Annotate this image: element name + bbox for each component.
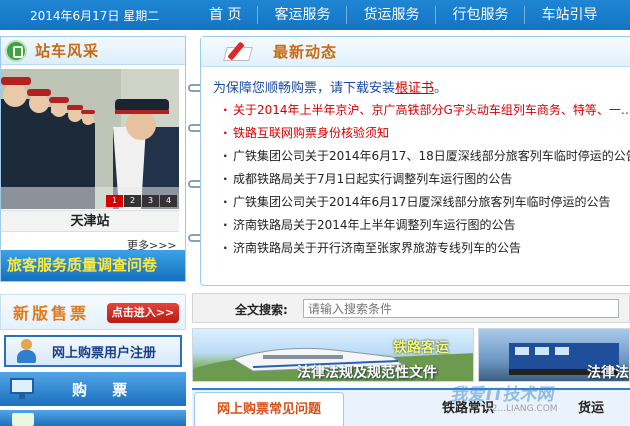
news-list: 关于2014年上半年京沪、京广高铁部分G字头动车组列车商务、特等、一… 铁路互联… [221, 99, 630, 260]
banner-tag: 铁路客运 [393, 340, 449, 356]
station-panel-title: 站车风采 [35, 42, 100, 60]
news-item[interactable]: 成都铁路局关于7月1日起实行调整列车运行图的公告 [221, 168, 630, 191]
pager-page-4[interactable]: 4 [160, 195, 177, 207]
news-panel-title: 最新动态 [273, 43, 338, 61]
cert-notice: 为保障您顺畅购票，请下载安装根证书。 [213, 77, 447, 96]
service-survey-banner[interactable]: 旅客服务质量调查问卷 [1, 250, 185, 281]
nav-passenger-service[interactable]: 客运服务 [258, 0, 346, 30]
cert-notice-text: 为保障您顺畅购票，请下载安装 [213, 81, 396, 96]
root-cert-link[interactable]: 根证书 [395, 81, 434, 96]
station-showcase-panel: 站车风采 1 2 3 4 天津站 更多>>> 旅客服务质量调查问卷 [0, 36, 186, 282]
news-item[interactable]: 铁路互联网购票身份核验须知 [221, 122, 630, 145]
user-icon [14, 338, 38, 364]
search-label: 全文搜索: [235, 303, 288, 317]
news-item[interactable]: 济南铁路局关于开行济南至张家界旅游专线列车的公告 [221, 237, 630, 260]
fulltext-search-bar: 全文搜索: [192, 293, 630, 323]
station-photo[interactable]: 1 2 3 4 [1, 69, 179, 209]
staff-photo-graphic [1, 69, 179, 209]
pager-page-2[interactable]: 2 [124, 195, 141, 207]
new-ticketing-header: 新版售票 点击进入>> [0, 294, 186, 330]
current-date: 2014年6月17日 星期二 [30, 8, 160, 23]
camera-icon [5, 39, 27, 62]
nav-station-guide[interactable]: 车站引导 [525, 0, 613, 30]
news-item[interactable]: 济南铁路局关于2014年上半年调整列车运行图的公告 [221, 214, 630, 237]
tab-online-ticket-faq[interactable]: 网上购票常见问题 [194, 392, 344, 426]
top-nav-bar: 2014年6月17日 星期二 首 页 客运服务 货运服务 行包服务 车站引导 [0, 0, 630, 30]
faq-tabs: 网上购票常见问题 铁路常识 货运 [192, 388, 630, 426]
enter-ticketing-button[interactable]: 点击进入>> [107, 303, 179, 323]
latest-news-panel: 最新动态 为保障您顺畅购票，请下载安装根证书。 关于2014年上半年京沪、京广高… [200, 36, 630, 286]
site-watermark: 我爱IT技术网 [449, 385, 557, 405]
next-menu-button[interactable] [0, 410, 186, 426]
cert-notice-end: 。 [434, 81, 448, 96]
station-panel-header: 站车风采 [1, 37, 185, 65]
news-item[interactable]: 广铁集团公司关于2014年6月17日厦深线部分旅客列车临时停运的公告 [221, 191, 630, 214]
arrow-icon [12, 413, 34, 426]
site-watermark-url: 52...LIANG.COM [486, 404, 558, 414]
buy-ticket-label: 购 票 [72, 380, 138, 399]
pager-page-1[interactable]: 1 [106, 195, 123, 207]
news-item[interactable]: 广铁集团公司关于2014年6月17、18日厦深线部分旅客列车临时停运的公告 [221, 145, 630, 168]
nav-home[interactable]: 首 页 [195, 0, 257, 30]
banner-subtitle: 法律法 [587, 365, 629, 381]
pen-paper-icon [223, 40, 257, 63]
computer-icon [10, 378, 38, 400]
tab-freight[interactable]: 货运 [578, 392, 630, 426]
register-user-label: 网上购票用户注册 [52, 345, 157, 361]
banner-subtitle: 法律法规及规范性文件 [297, 365, 437, 381]
pager-page-3[interactable]: 3 [142, 195, 159, 207]
buy-ticket-button[interactable]: 购 票 [0, 372, 186, 406]
regulations-banner-2[interactable]: 法律法 [478, 328, 630, 382]
photo-pager: 1 2 3 4 [105, 195, 177, 207]
nav-freight-service[interactable]: 货运服务 [347, 0, 435, 30]
news-panel-header: 最新动态 [201, 37, 630, 67]
regulations-banner[interactable]: 铁路客运 法律法规及规范性文件 [192, 328, 474, 382]
nav-luggage-service[interactable]: 行包服务 [436, 0, 524, 30]
news-item[interactable]: 关于2014年上半年京沪、京广高铁部分G字头动车组列车商务、特等、一… [221, 99, 630, 122]
photo-caption: 天津站 [1, 210, 179, 232]
register-user-button[interactable]: 网上购票用户注册 [4, 335, 182, 367]
main-nav: 首 页 客运服务 货运服务 行包服务 车站引导 [195, 0, 613, 30]
search-input[interactable] [303, 299, 619, 318]
new-ticketing-title: 新版售票 [13, 304, 90, 323]
